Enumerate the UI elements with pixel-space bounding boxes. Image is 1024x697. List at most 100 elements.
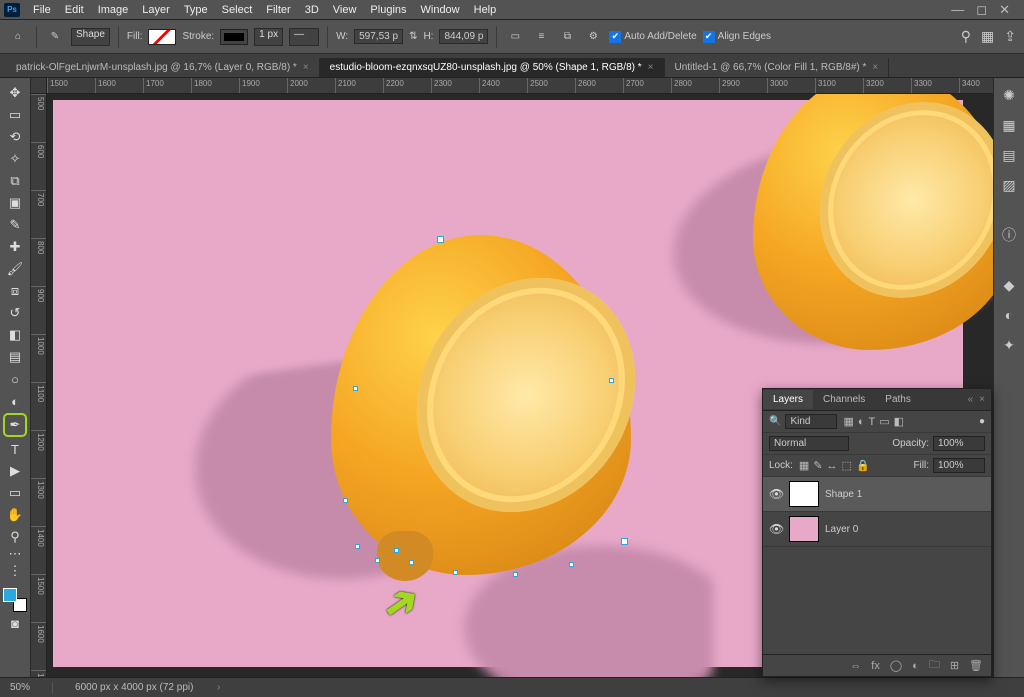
color-panel-icon[interactable]: ✺	[998, 84, 1020, 106]
eraser-tool[interactable]: ◧	[3, 325, 27, 345]
anchor-point[interactable]	[409, 560, 414, 565]
panel-tab-channels[interactable]: Channels	[813, 390, 875, 409]
healing-tool[interactable]: ✚	[3, 237, 27, 257]
gradients-panel-icon[interactable]: ▤	[998, 144, 1020, 166]
menu-plugins[interactable]: Plugins	[363, 2, 413, 18]
brush-tool[interactable]: 🖌	[3, 259, 27, 279]
home-icon[interactable]: ⌂	[8, 27, 28, 47]
ruler-vertical[interactable]: 5006007008009001000110012001300140015001…	[31, 94, 47, 677]
close-panel-icon[interactable]: ×	[979, 394, 985, 405]
menu-filter[interactable]: Filter	[259, 2, 297, 18]
layer-name[interactable]: Shape 1	[825, 489, 862, 500]
menu-select[interactable]: Select	[215, 2, 260, 18]
document-tab[interactable]: patrick-OlFgeLnjwrM-unsplash.jpg @ 16,7%…	[6, 58, 320, 77]
adjustments-panel-icon[interactable]: ◐	[998, 304, 1020, 326]
anchor-point[interactable]	[394, 548, 399, 553]
document-tab[interactable]: estudio-bloom-ezqnxsqUZ80-unsplash.jpg @…	[320, 58, 665, 77]
close-button[interactable]: ✕	[999, 2, 1010, 18]
layer-row[interactable]: 👁 Layer 0	[763, 512, 991, 547]
maximize-button[interactable]: ◻	[976, 2, 987, 18]
anchor-point[interactable]	[343, 498, 348, 503]
clone-tool[interactable]: ⧈	[3, 281, 27, 301]
gear-icon[interactable]: ⚙	[583, 27, 603, 47]
move-tool[interactable]: ✥	[3, 83, 27, 103]
panel-tab-layers[interactable]: Layers	[763, 390, 813, 409]
dodge-tool[interactable]: ◐	[3, 391, 27, 411]
path-select-tool[interactable]: ▶	[3, 461, 27, 481]
layer-fx-icon[interactable]: fx	[871, 660, 880, 672]
panel-tab-paths[interactable]: Paths	[875, 390, 921, 409]
stroke-swatch[interactable]	[220, 29, 248, 45]
gradient-tool[interactable]: ▤	[3, 347, 27, 367]
layer-mask-icon[interactable]: ◯	[890, 659, 902, 672]
anchor-point[interactable]	[453, 570, 458, 575]
shape-tool[interactable]: ▭	[3, 483, 27, 503]
styles-panel-icon[interactable]: ✦	[998, 334, 1020, 356]
close-tab-icon[interactable]: ×	[303, 62, 309, 73]
auto-add-delete-checkbox[interactable]: ✔Auto Add/Delete	[609, 31, 696, 43]
pen-tool[interactable]: ✒	[3, 413, 27, 437]
layer-row[interactable]: 👁 Shape 1	[763, 477, 991, 512]
anchor-point[interactable]	[513, 572, 518, 577]
menu-file[interactable]: File	[26, 2, 58, 18]
menu-edit[interactable]: Edit	[58, 2, 91, 18]
layer-filter-dropdown[interactable]: Kind	[785, 414, 837, 429]
marquee-tool[interactable]: ▭	[3, 105, 27, 125]
anchor-point[interactable]	[353, 386, 358, 391]
layer-name[interactable]: Layer 0	[825, 524, 858, 535]
link-wh-icon[interactable]: ⇅	[409, 31, 417, 42]
search-icon[interactable]: ⚲	[961, 28, 971, 45]
crop-tool[interactable]: ⧉	[3, 171, 27, 191]
quick-mask-toggle[interactable]: ◙	[3, 613, 27, 633]
adjustment-layer-icon[interactable]: ◐	[912, 660, 919, 672]
eyedropper-tool[interactable]: ✎	[3, 215, 27, 235]
new-layer-icon[interactable]: ⊞	[950, 659, 959, 672]
document-dimensions[interactable]: 6000 px x 4000 px (72 ppi)	[75, 682, 193, 693]
anchor-point[interactable]	[437, 236, 444, 243]
path-ops-button[interactable]: ▭	[505, 27, 525, 47]
delete-layer-icon[interactable]: 🗑	[969, 659, 983, 672]
stroke-type-dropdown[interactable]: —	[289, 28, 319, 46]
fill-swatch[interactable]	[148, 29, 176, 45]
libraries-panel-icon[interactable]: ◆	[998, 274, 1020, 296]
ruler-horizontal[interactable]: 1500160017001800190020002100220023002400…	[47, 78, 993, 94]
menu-type[interactable]: Type	[177, 2, 215, 18]
blend-mode-dropdown[interactable]: Normal	[769, 436, 849, 451]
visibility-toggle[interactable]: 👁	[769, 487, 783, 501]
anchor-point[interactable]	[621, 538, 628, 545]
layer-thumbnail[interactable]	[789, 516, 819, 542]
type-tool[interactable]: T	[3, 439, 27, 459]
anchor-point[interactable]	[375, 558, 380, 563]
stroke-width-dropdown[interactable]: 1 px	[254, 28, 283, 46]
link-layers-icon[interactable]: ⇔	[850, 660, 861, 672]
zoom-tool[interactable]: ⚲	[3, 527, 27, 547]
pen-tool-icon[interactable]: ✎	[45, 27, 65, 47]
menu-view[interactable]: View	[326, 2, 364, 18]
anchor-point[interactable]	[609, 378, 614, 383]
layers-panel[interactable]: LayersChannelsPaths «× 🔍 Kind ▦◐T▭◧ ● No…	[762, 388, 992, 677]
workspace-icon[interactable]: ▦	[981, 28, 994, 45]
zoom-level[interactable]: 50%	[10, 682, 30, 693]
opacity-field[interactable]: 100%	[933, 436, 985, 451]
history-brush-tool[interactable]: ↺	[3, 303, 27, 323]
edit-toolbar[interactable]: ⋮	[3, 561, 27, 581]
blur-tool[interactable]: ○	[3, 369, 27, 389]
menu-3d[interactable]: 3D	[298, 2, 326, 18]
height-field[interactable]: 844,09 p	[439, 29, 488, 44]
visibility-toggle[interactable]: 👁	[769, 522, 783, 536]
align-edges-checkbox[interactable]: ✔Align Edges	[703, 31, 771, 43]
frame-tool[interactable]: ▣	[3, 193, 27, 213]
layer-thumbnail[interactable]	[789, 481, 819, 507]
collapse-panel-icon[interactable]: «	[968, 394, 974, 405]
anchor-point[interactable]	[569, 562, 574, 567]
path-align-button[interactable]: ≡	[531, 27, 551, 47]
minimize-button[interactable]: —	[951, 2, 964, 18]
group-icon[interactable]: 🗀	[929, 656, 940, 675]
path-arrange-button[interactable]: ⧉	[557, 27, 577, 47]
quick-select-tool[interactable]: ✧	[3, 149, 27, 169]
color-swatches[interactable]	[3, 588, 27, 612]
anchor-point[interactable]	[355, 544, 360, 549]
info-panel-icon[interactable]: ⓘ	[998, 224, 1020, 246]
tool-mode-dropdown[interactable]: Shape	[71, 28, 110, 46]
width-field[interactable]: 597,53 p	[354, 29, 403, 44]
